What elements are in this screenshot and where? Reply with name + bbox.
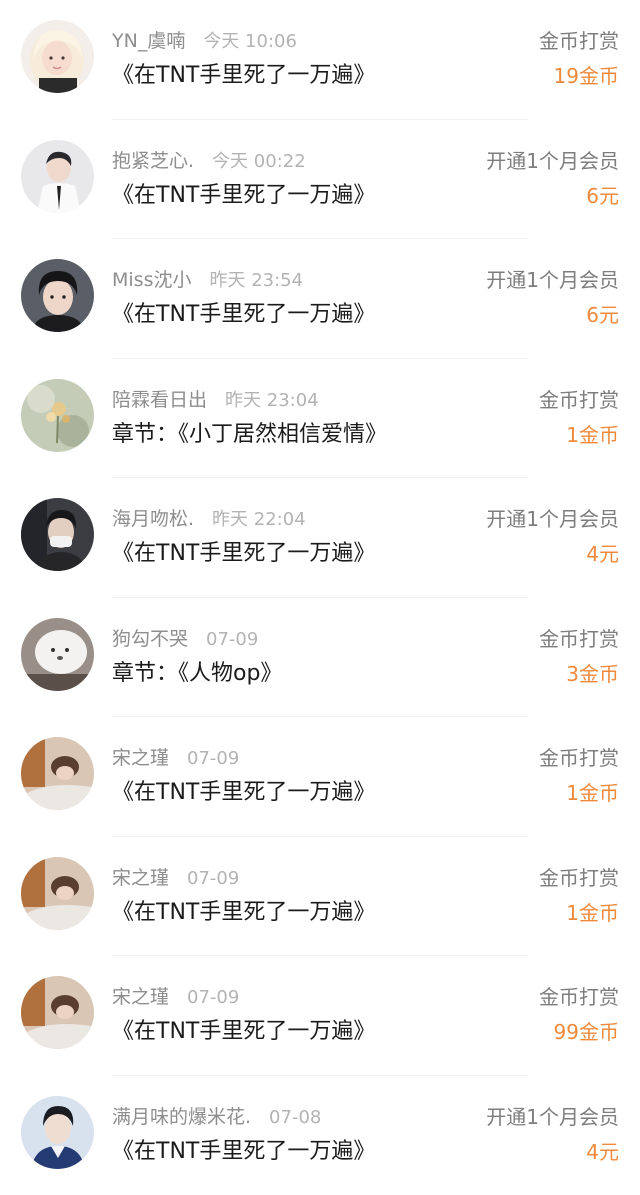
record-item[interactable]: 宋之瑾 07-09 《在TNT手里死了一万遍》 金币打赏 99金币 [0,956,640,1076]
user-meta: 宋之瑾 07-09 [112,984,239,1010]
avatar-blonde-girl-icon [21,20,94,93]
reward-amount: 4元 [586,539,619,569]
work-title: 《在TNT手里死了一万遍》 [112,1136,375,1168]
record-item[interactable]: 宋之瑾 07-09 《在TNT手里死了一万遍》 金币打赏 1金币 [0,717,640,837]
user-name[interactable]: 宋之瑾 [112,986,169,1008]
reward-type: 金币打赏 [539,626,619,652]
reward-type: 金币打赏 [539,984,619,1010]
avatar[interactable] [21,737,94,810]
reward-type: 金币打赏 [539,745,619,771]
user-meta: 满月味的爆米花. 07-08 [112,1104,321,1130]
work-title: 《在TNT手里死了一万遍》 [112,60,375,92]
timestamp: 昨天 22:04 [212,509,306,530]
user-name[interactable]: 海月吻松. [112,508,194,530]
reward-amount: 6元 [586,181,619,211]
avatar-boy-blue-jacket-icon [21,1096,94,1169]
avatar-boy-dark-hair-icon [21,259,94,332]
user-meta: 海月吻松. 昨天 22:04 [112,506,306,532]
user-name[interactable]: 抱紧芝心. [112,150,194,172]
avatar-flowers-icon [21,379,94,452]
user-name[interactable]: 陪霖看日出 [112,389,207,411]
work-title: 《在TNT手里死了一万遍》 [112,299,375,331]
record-item[interactable]: Miss沈小昨天 23:54 《在TNT手里死了一万遍》 开通1个月会员 6元 [0,239,640,359]
timestamp: 昨天 23:04 [225,390,319,411]
timestamp: 今天 00:22 [212,151,306,172]
reward-type: 开通1个月会员 [486,267,619,293]
user-meta: Miss沈小昨天 23:54 [112,267,303,293]
work-title: 《在TNT手里死了一万遍》 [112,538,375,570]
avatar[interactable] [21,618,94,691]
reward-amount: 1金币 [566,778,619,808]
work-title: 《在TNT手里死了一万遍》 [112,1016,375,1048]
avatar-girl-lying-icon [21,857,94,930]
avatar[interactable] [21,857,94,930]
reward-amount: 1金币 [566,898,619,928]
user-meta: YN_虞喃今天 10:06 [112,28,297,54]
avatar[interactable] [21,379,94,452]
user-meta: 宋之瑾 07-09 [112,865,239,891]
reward-amount: 4元 [586,1137,619,1167]
user-name[interactable]: 宋之瑾 [112,867,169,889]
record-item[interactable]: 狗勾不哭 07-09 章节：《人物op》 金币打赏 3金币 [0,598,640,718]
user-meta: 宋之瑾 07-09 [112,745,239,771]
avatar-girl-lying-icon [21,976,94,1049]
reward-type: 开通1个月会员 [486,506,619,532]
reward-record-list: YN_虞喃今天 10:06 《在TNT手里死了一万遍》 金币打赏 19金币 抱紧… [0,0,640,1179]
avatar-girl-lying-icon [21,737,94,810]
timestamp: 07-08 [269,1107,321,1128]
reward-amount: 6元 [586,300,619,330]
avatar[interactable] [21,498,94,571]
timestamp: 今天 10:06 [203,31,297,52]
reward-type: 金币打赏 [539,28,619,54]
timestamp: 07-09 [187,748,239,769]
work-title: 《在TNT手里死了一万遍》 [112,777,375,809]
work-title: 《在TNT手里死了一万遍》 [112,180,375,212]
timestamp: 昨天 23:54 [209,270,303,291]
user-name[interactable]: Miss沈小 [112,269,191,291]
avatar-boy-white-shirt-icon [21,140,94,213]
avatar[interactable] [21,259,94,332]
avatar-white-dog-icon [21,618,94,691]
avatar-boy-mask-icon [21,498,94,571]
reward-amount: 99金币 [554,1017,619,1047]
reward-type: 金币打赏 [539,387,619,413]
user-meta: 狗勾不哭 07-09 [112,626,258,652]
record-item[interactable]: 陪霖看日出昨天 23:04 章节：《小丁居然相信爱情》 金币打赏 1金币 [0,359,640,479]
user-name[interactable]: 满月味的爆米花. [112,1106,251,1128]
avatar[interactable] [21,976,94,1049]
user-meta: 陪霖看日出昨天 23:04 [112,387,319,413]
reward-type: 开通1个月会员 [486,1104,619,1130]
user-name[interactable]: 狗勾不哭 [112,628,188,650]
record-item[interactable]: 海月吻松. 昨天 22:04 《在TNT手里死了一万遍》 开通1个月会员 4元 [0,478,640,598]
work-title: 《在TNT手里死了一万遍》 [112,897,375,929]
timestamp: 07-09 [187,987,239,1008]
reward-type: 金币打赏 [539,865,619,891]
avatar[interactable] [21,140,94,213]
work-title: 章节：《人物op》 [112,658,282,690]
user-name[interactable]: YN_虞喃 [112,30,185,52]
reward-amount: 3金币 [566,659,619,689]
timestamp: 07-09 [187,868,239,889]
record-item[interactable]: 抱紧芝心. 今天 00:22 《在TNT手里死了一万遍》 开通1个月会员 6元 [0,120,640,240]
timestamp: 07-09 [206,629,258,650]
work-title: 章节：《小丁居然相信爱情》 [112,419,387,451]
record-item[interactable]: 宋之瑾 07-09 《在TNT手里死了一万遍》 金币打赏 1金币 [0,837,640,957]
avatar[interactable] [21,20,94,93]
reward-amount: 19金币 [554,61,619,91]
avatar[interactable] [21,1096,94,1169]
record-item[interactable]: 满月味的爆米花. 07-08 《在TNT手里死了一万遍》 开通1个月会员 4元 [0,1076,640,1195]
user-meta: 抱紧芝心. 今天 00:22 [112,148,306,174]
record-item[interactable]: YN_虞喃今天 10:06 《在TNT手里死了一万遍》 金币打赏 19金币 [0,0,640,120]
user-name[interactable]: 宋之瑾 [112,747,169,769]
reward-type: 开通1个月会员 [486,148,619,174]
reward-amount: 1金币 [566,420,619,450]
